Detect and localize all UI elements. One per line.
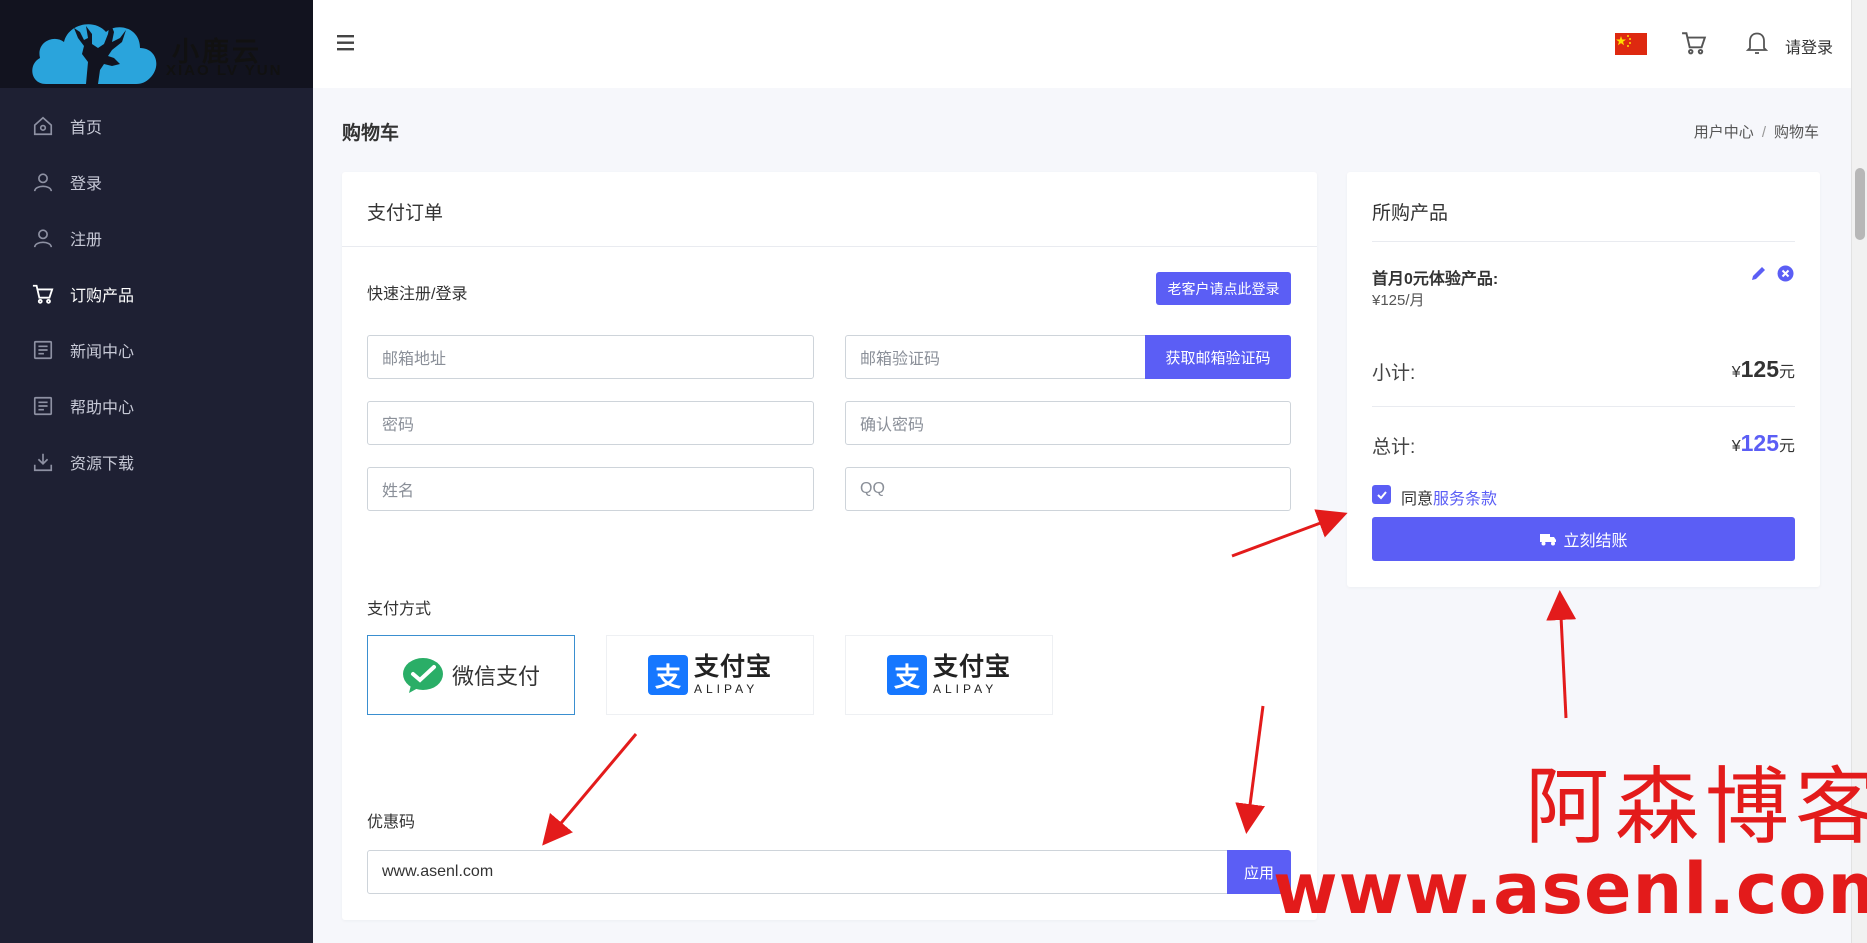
watermark-cn: 阿森博客 <box>1525 758 1867 856</box>
watermark-url: www.asenl.com <box>1273 848 1867 930</box>
